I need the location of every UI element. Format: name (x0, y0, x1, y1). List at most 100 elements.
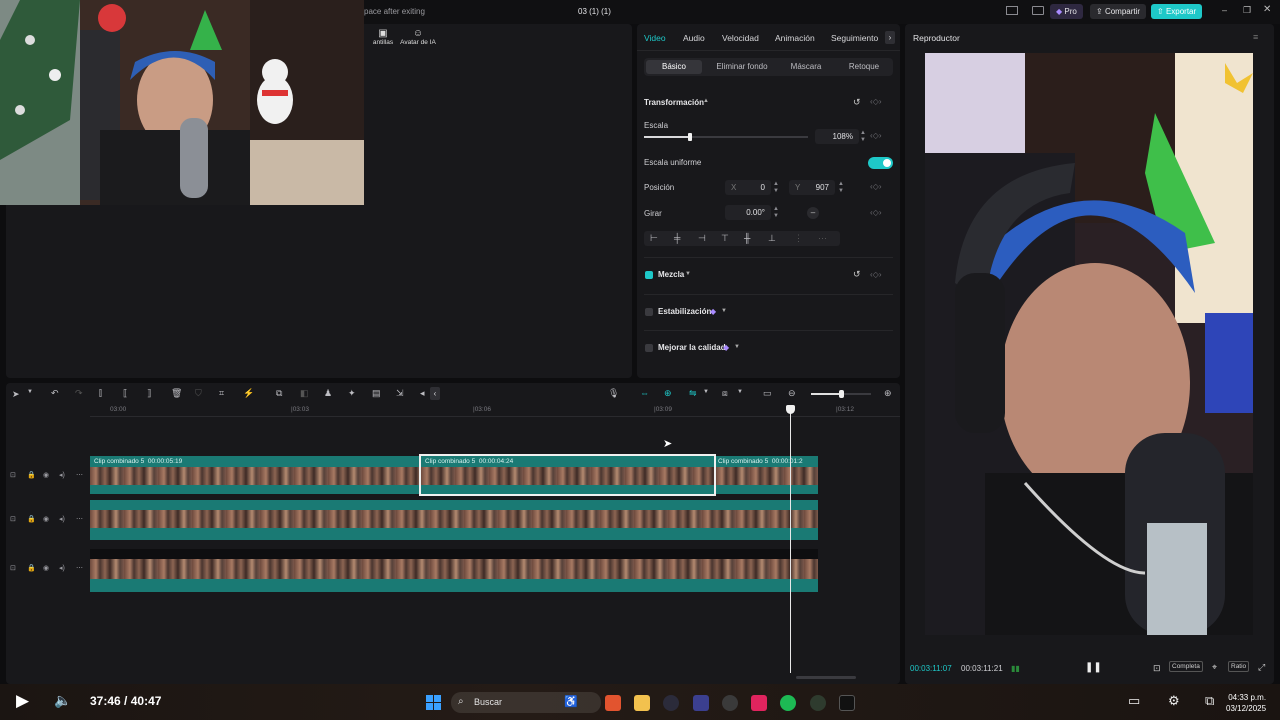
playhead[interactable] (786, 405, 795, 673)
app-icon[interactable] (693, 695, 709, 711)
ratio-button[interactable]: Ratio (1228, 661, 1250, 672)
speaker-icon[interactable]: ◂) (59, 564, 65, 572)
blend-label[interactable]: Mezcla (658, 270, 684, 279)
subtitle-icon[interactable]: ▤ (372, 388, 381, 399)
play-icon[interactable]: ▶ (16, 691, 29, 711)
clip[interactable] (90, 500, 818, 540)
enhance-label[interactable]: Mejorar la calidad (658, 343, 726, 352)
scale-slider-handle[interactable] (687, 133, 692, 141)
clip-selected[interactable]: Clip combinado 5 00:00:04:24 (419, 454, 716, 496)
enhance-checkbox[interactable] (645, 344, 653, 352)
rotate-keyframe-icon[interactable]: ‹◇› (870, 208, 881, 217)
eye-icon[interactable]: ◉ (43, 515, 49, 523)
volume-icon[interactable]: 🔈 (54, 692, 71, 709)
position-y-input[interactable]: Y 907 (789, 180, 835, 195)
caret-down-icon[interactable]: ▼ (685, 271, 691, 277)
capcut-active-icon[interactable] (839, 695, 855, 711)
lock-icon[interactable]: 🔒 (27, 471, 36, 479)
eye-icon[interactable]: ◉ (43, 471, 49, 479)
enhance-caret-icon[interactable]: ▼ (734, 344, 740, 350)
project-title[interactable]: 03 (1) (1) (578, 7, 611, 16)
position-keyframe-icon[interactable]: ‹◇› (870, 182, 881, 191)
split-icon[interactable]: ⫿ (99, 388, 102, 399)
ai-avatar-tool[interactable]: ☺ Avatar de IA (396, 28, 440, 46)
subtab-mask[interactable]: Máscara (780, 60, 832, 74)
picture-in-picture-icon[interactable]: ⧉ (1205, 693, 1214, 709)
chevron-right-icon[interactable]: › (885, 31, 895, 44)
layout-icon[interactable] (1006, 6, 1018, 15)
magic-icon[interactable]: ✦ (348, 388, 356, 399)
folder-icon[interactable] (634, 695, 650, 711)
preview-canvas[interactable] (925, 53, 1253, 635)
link-caret-icon[interactable]: ▼ (703, 389, 709, 395)
share-button[interactable]: ⇪ Compartir (1090, 4, 1147, 19)
minimize-icon[interactable]: – (1222, 5, 1227, 15)
more-icon[interactable]: ⋯ (76, 515, 83, 523)
fullscreen-icon[interactable]: ⤢ (1258, 662, 1265, 673)
refresh-app-icon[interactable] (810, 695, 826, 711)
uniform-scale-toggle[interactable] (868, 157, 893, 169)
person-icon[interactable]: ♟ (324, 388, 332, 399)
eye-icon[interactable]: ◉ (43, 564, 49, 572)
export-button[interactable]: ⇧ Exportar (1151, 4, 1203, 19)
menu-icon[interactable]: ≡ (1253, 32, 1258, 42)
clip[interactable]: Clip combinado 5 00:00:01:2 (716, 456, 818, 494)
distribute-v-icon[interactable]: ⋯ (818, 233, 827, 244)
speaker-icon[interactable]: ◂) (59, 471, 65, 479)
align-center-h-icon[interactable]: ╪ (674, 233, 680, 243)
tab-video[interactable]: Video (644, 33, 666, 43)
rotate-dial-icon[interactable]: – (807, 207, 819, 219)
scale-stepper-icon[interactable]: ▲ ▼ (860, 130, 866, 144)
track-3-cover-icon[interactable]: ⊡ (10, 564, 16, 572)
zoom-out-icon[interactable]: ⊖ (788, 388, 796, 399)
crop-icon[interactable]: ⊡ (1153, 663, 1161, 674)
split-left-icon[interactable]: ⟦ (123, 388, 127, 399)
delete-icon[interactable]: 🗑 (171, 388, 182, 399)
select-caret-icon[interactable]: ▼ (27, 389, 33, 395)
zoom-in-icon[interactable]: ⊕ (884, 388, 892, 399)
tab-tracking[interactable]: Seguimiento (831, 33, 878, 43)
capcut-icon[interactable] (751, 695, 767, 711)
pro-button[interactable]: ◆ Pro (1050, 4, 1083, 19)
reset-icon[interactable]: ↺ (853, 97, 861, 108)
rotate-stepper-icon[interactable]: ▲ ▼ (773, 206, 779, 220)
stabilization-caret-icon[interactable]: ▼ (721, 308, 727, 314)
stabilization-checkbox[interactable] (645, 308, 653, 316)
preview-axis-icon[interactable]: ⧈ (722, 388, 728, 399)
maximize-icon[interactable]: ❐ (1243, 5, 1251, 16)
scale-input[interactable]: 108% (815, 129, 859, 144)
scale-keyframe-icon[interactable]: ‹◇› (870, 131, 881, 140)
shortcuts-icon[interactable] (1032, 6, 1044, 15)
windows-start-icon[interactable] (426, 695, 441, 710)
playhead-handle[interactable] (786, 405, 795, 414)
time-ruler[interactable]: 03:00 |03:03 |03:06 |03:09 |03:12 (90, 405, 900, 417)
subtab-basic[interactable]: Básico (646, 60, 702, 74)
transform-title[interactable]: Transformación (644, 98, 704, 107)
clip[interactable]: Clip combinado 5 00:00:05:19 (90, 456, 420, 494)
track-2-cover-icon[interactable]: ⊡ (10, 515, 16, 523)
taskbar-search[interactable]: ⌕ Buscar ♿ (451, 692, 601, 713)
speaker-icon[interactable]: ◂) (59, 515, 65, 523)
full-quality-button[interactable]: Completa (1169, 661, 1203, 672)
scale-slider[interactable] (644, 133, 808, 141)
align-bottom-icon[interactable]: ⊥ (768, 233, 776, 244)
undo-icon[interactable]: ↶ (51, 388, 59, 399)
subtab-retouch[interactable]: Retoque (838, 60, 890, 74)
tab-speed[interactable]: Velocidad (722, 33, 759, 43)
spotify-icon[interactable] (780, 695, 796, 711)
distribute-h-icon[interactable]: ⋮ (794, 233, 803, 244)
align-left-icon[interactable]: ⊢ (650, 233, 658, 244)
zoom-fit-icon[interactable]: ⌖ (1212, 662, 1217, 673)
position-y-stepper-icon[interactable]: ▲ ▼ (838, 181, 844, 195)
subtitles-icon[interactable]: ▭ (1128, 693, 1140, 709)
magnet-icon[interactable]: ⊕ (664, 388, 672, 399)
templates-tool[interactable]: ▣ antillas (368, 28, 398, 46)
align-center-v-icon[interactable]: ╫ (744, 233, 750, 243)
rotate-input[interactable]: 0.00° (725, 205, 771, 220)
ratio-icon[interactable]: ▭ (763, 388, 772, 399)
volume-small-icon[interactable]: ◂ (420, 388, 425, 399)
preview-caret-icon[interactable]: ▼ (737, 389, 743, 395)
more-icon[interactable]: ⋯ (76, 471, 83, 479)
chevron-left-icon[interactable]: ‹ (430, 387, 440, 400)
subtab-remove-bg[interactable]: Eliminar fondo (710, 60, 774, 74)
